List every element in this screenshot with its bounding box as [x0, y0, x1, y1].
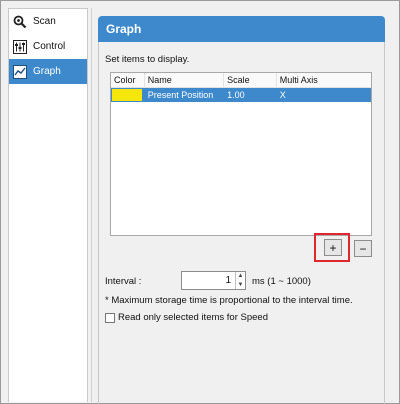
- interval-note: * Maximum storage time is proportional t…: [105, 295, 353, 306]
- column-header-scale[interactable]: Scale: [224, 73, 277, 87]
- column-header-name[interactable]: Name: [145, 73, 225, 87]
- table-row[interactable]: Present Position 1.00 X: [111, 88, 371, 102]
- sidebar-item-label: Graph: [33, 66, 61, 77]
- scale-cell: 1.00: [227, 90, 245, 100]
- sidebar: Scan Control Graph: [8, 8, 88, 402]
- remove-item-button[interactable]: −: [354, 240, 372, 257]
- table-header: Color Name Scale Multi Axis: [111, 73, 371, 88]
- graph-items-table[interactable]: Color Name Scale Multi Axis Present Posi…: [110, 72, 372, 236]
- highlight-box: [314, 233, 350, 262]
- spin-down-icon[interactable]: ▼: [236, 281, 245, 290]
- divider: [91, 8, 92, 402]
- multi-axis-cell: X: [279, 90, 286, 100]
- spin-up-icon[interactable]: ▲: [236, 272, 245, 281]
- spin-arrows: ▲ ▼: [235, 272, 245, 289]
- color-cell[interactable]: [111, 88, 145, 102]
- page-title: Graph: [98, 16, 385, 42]
- interval-label: Interval :: [105, 276, 142, 287]
- column-header-color[interactable]: Color: [111, 73, 145, 87]
- sidebar-item-scan[interactable]: Scan: [9, 9, 87, 34]
- sidebar-item-control[interactable]: Control: [9, 34, 87, 59]
- interval-spinbox[interactable]: 1 ▲ ▼: [181, 271, 246, 290]
- color-swatch[interactable]: [112, 89, 142, 101]
- sidebar-item-label: Control: [33, 41, 66, 52]
- graph-icon: [12, 64, 28, 80]
- column-header-multi-axis[interactable]: Multi Axis: [277, 73, 371, 87]
- interval-input[interactable]: 1: [182, 272, 235, 289]
- sidebar-item-graph[interactable]: Graph: [9, 59, 87, 84]
- interval-unit: ms (1 ~ 1000): [252, 276, 311, 287]
- speed-checkbox-label[interactable]: Read only selected items for Speed: [118, 312, 268, 323]
- scan-icon: [12, 14, 28, 30]
- control-icon: [12, 39, 28, 55]
- speed-checkbox[interactable]: [105, 313, 115, 323]
- name-cell: Present Position: [147, 90, 214, 100]
- sidebar-item-label: Scan: [33, 16, 56, 27]
- section-subtitle: Set items to display.: [105, 54, 190, 65]
